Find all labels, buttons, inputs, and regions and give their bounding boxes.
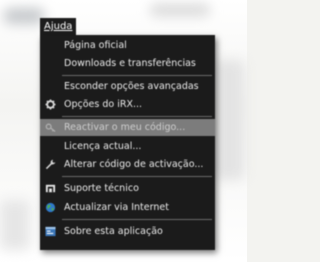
menu-item-irx-options[interactable]: Opções do iRX... — [40, 96, 215, 113]
wrench-icon — [45, 159, 56, 170]
menu-item-update-via-internet[interactable]: Actualizar via Internet — [40, 199, 215, 216]
menu-item-label: Suporte técnico — [64, 183, 139, 194]
menu-item-about-application[interactable]: Sobre esta aplicação — [40, 223, 215, 240]
menu-item-current-license[interactable]: Licença actual... — [40, 138, 215, 155]
background-blur — [0, 200, 30, 250]
menu-item-technical-support[interactable]: Suporte técnico — [40, 180, 215, 197]
menu-item-official-page[interactable]: Página oficial — [40, 37, 215, 54]
menu-item-label: Reactivar o meu código... — [64, 122, 186, 133]
menu-item-reactivate-code[interactable]: Reactivar o meu código... — [40, 119, 215, 136]
menu-item-label: Esconder opções avançadas — [64, 81, 199, 92]
key-icon — [45, 123, 56, 133]
menu-panel: Página oficial Downloads e transferência… — [40, 35, 215, 250]
menu-item-label: Sobre esta aplicação — [64, 226, 163, 237]
menu-separator — [62, 176, 212, 177]
menu-item-label: Alterar código de activação... — [64, 159, 204, 170]
menu-separator — [62, 219, 212, 220]
menu-item-label: Licença actual... — [64, 141, 142, 152]
menu-title-help[interactable]: Ajuda — [40, 18, 77, 36]
background-blur — [214, 60, 244, 180]
background-blur — [4, 8, 44, 24]
menu-item-label: Downloads e transferências — [64, 58, 196, 69]
support-icon — [45, 184, 56, 193]
gear-icon — [45, 99, 56, 110]
menu-item-label: Página oficial — [64, 40, 127, 51]
help-menu: Ajuda Página oficial Downloads e transfe… — [40, 18, 215, 250]
menu-item-change-activation-code[interactable]: Alterar código de activação... — [40, 156, 215, 173]
menu-item-downloads[interactable]: Downloads e transferências — [40, 55, 215, 72]
menu-item-label: Opções do iRX... — [64, 99, 143, 110]
app-info-icon — [45, 226, 56, 237]
menu-separator — [62, 116, 212, 117]
menu-separator — [62, 75, 212, 76]
background-blur — [150, 4, 210, 16]
menu-item-hide-advanced-options[interactable]: Esconder opções avançadas — [40, 78, 215, 95]
globe-icon — [45, 202, 56, 213]
menu-item-label: Actualizar via Internet — [64, 202, 169, 213]
